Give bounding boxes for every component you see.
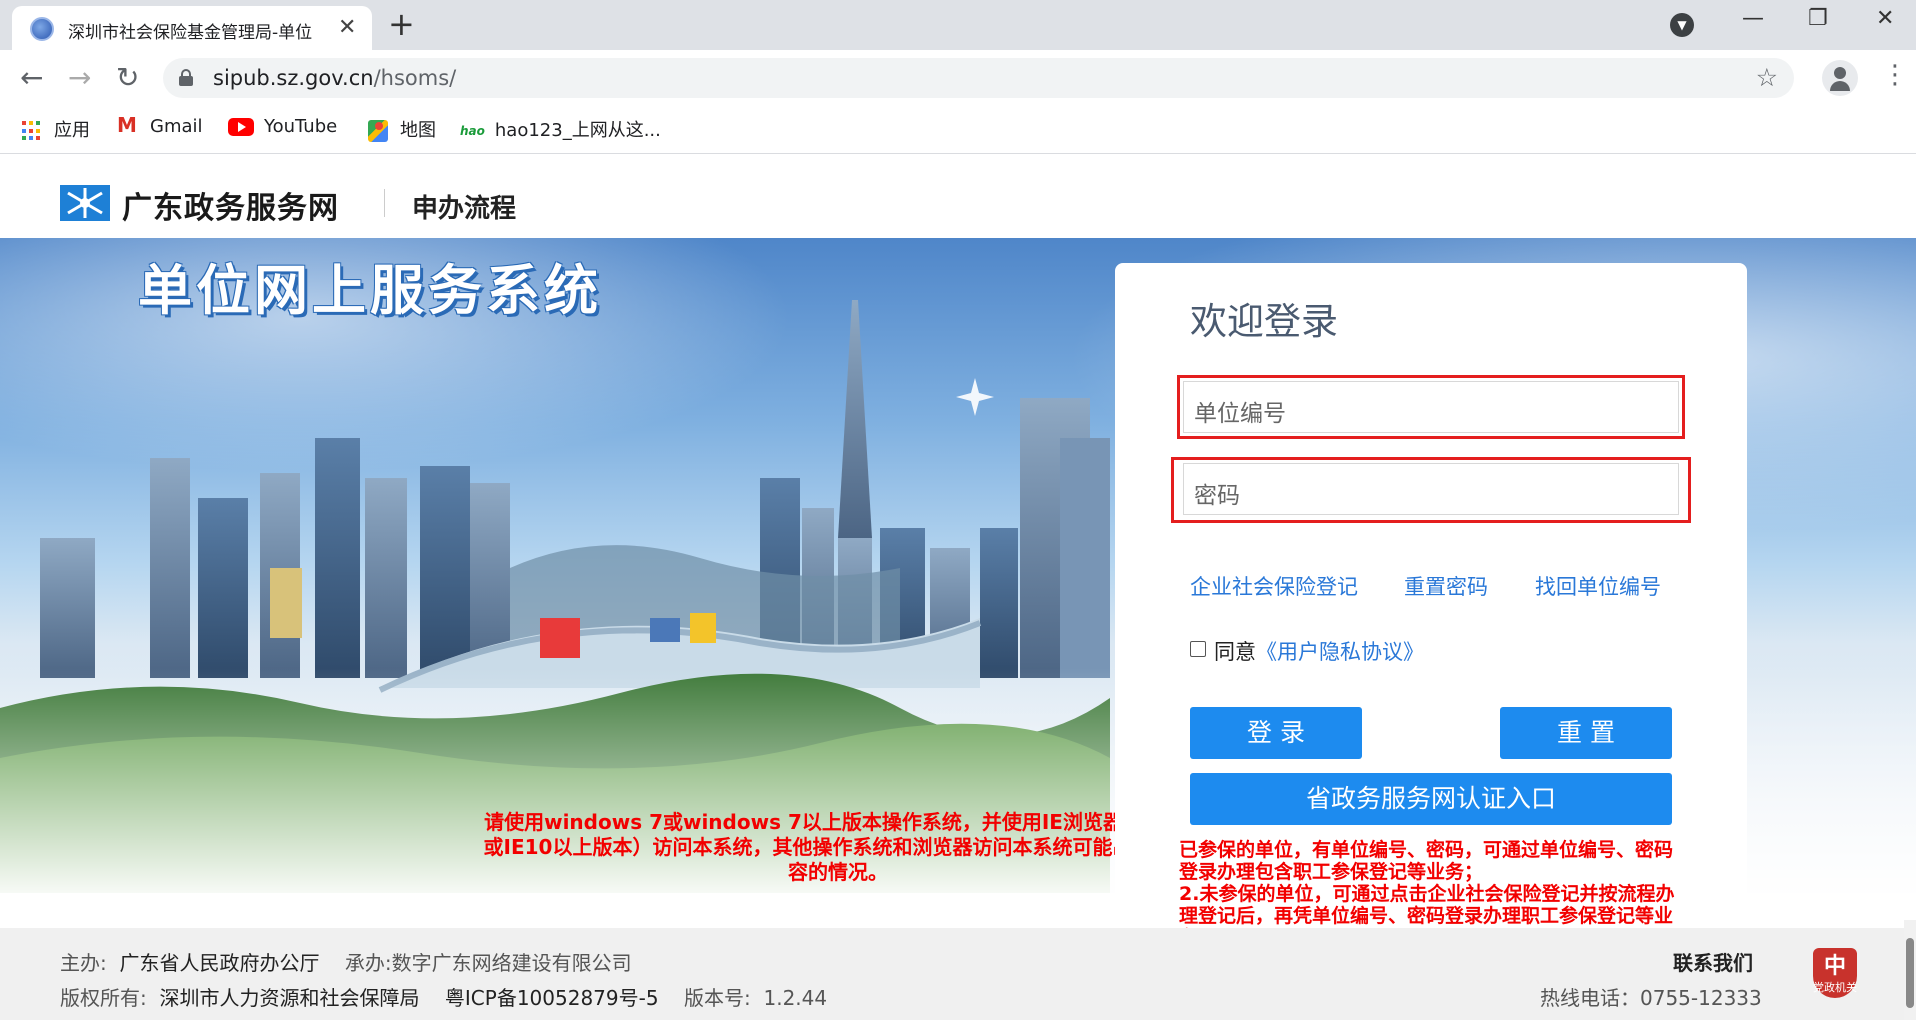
restore-icon[interactable]: ❐ <box>1808 6 1828 31</box>
bookmark-youtube[interactable]: YouTube <box>228 116 337 137</box>
hotline-text: 热线电话：0755-12333 <box>1540 986 1762 1010</box>
privacy-agreement-link[interactable]: 《用户隐私协议》 <box>1256 640 1424 664</box>
bookmark-gmail[interactable]: M Gmail <box>116 113 203 137</box>
youtube-icon <box>228 118 254 136</box>
login-card: 欢迎登录 单位编号 密码 企业社会保险登记 重置密码 找回单位编号 同意《用户隐… <box>1115 263 1747 949</box>
back-icon[interactable]: ← <box>20 61 43 94</box>
login-title: 欢迎登录 <box>1190 300 1338 343</box>
browser-tab-strip: 深圳市社会保险基金管理局-单位 ✕ + ▼ — ❐ ✕ <box>0 0 1916 50</box>
process-link[interactable]: 申办流程 <box>412 188 516 225</box>
hero-title: 单位网上服务系统 <box>138 259 602 322</box>
site-name[interactable]: 广东政务服务网 <box>122 183 339 227</box>
hao123-icon: hao <box>460 124 485 138</box>
login-button[interactable]: 登 录 <box>1190 707 1362 759</box>
bookmark-apps[interactable]: 应用 <box>22 116 90 142</box>
address-bar[interactable]: sipub.sz.gov.cn/hsoms/ ☆ <box>163 58 1794 98</box>
gmail-icon: M <box>117 113 137 137</box>
contact-us-title[interactable]: 联系我们 <box>1673 947 1753 976</box>
bookmark-star-icon[interactable]: ☆ <box>1756 63 1778 92</box>
new-tab-icon[interactable]: + <box>388 6 415 42</box>
page-scrollbar[interactable] <box>1904 920 1916 1020</box>
enterprise-registration-link[interactable]: 企业社会保险登记 <box>1190 571 1358 601</box>
browser-menu-icon[interactable]: ⋮ <box>1882 60 1908 90</box>
tab-search-icon[interactable]: ▼ <box>1670 13 1694 37</box>
maps-icon <box>368 120 388 142</box>
agree-checkbox[interactable] <box>1190 641 1206 657</box>
close-window-icon[interactable]: ✕ <box>1876 6 1894 31</box>
reset-password-link[interactable]: 重置密码 <box>1404 571 1488 601</box>
footer-copyright-line: 版权所有: 深圳市人力资源和社会保障局 粤ICP备10052879号-5 版本号… <box>60 986 828 1010</box>
site-favicon-icon <box>30 17 54 41</box>
province-auth-button[interactable]: 省政务服务网认证入口 <box>1190 773 1672 825</box>
bookmark-maps[interactable]: 地图 <box>368 116 436 142</box>
close-tab-icon[interactable]: ✕ <box>338 15 356 40</box>
header-divider <box>384 189 385 217</box>
find-unit-id-link[interactable]: 找回单位编号 <box>1535 571 1661 601</box>
profile-avatar-icon[interactable] <box>1822 60 1858 96</box>
forward-icon[interactable]: → <box>68 61 91 94</box>
apps-grid-icon <box>22 121 42 141</box>
lock-icon[interactable] <box>179 69 193 86</box>
browser-disclaimer: 请使用windows 7或windows 7以上版本操作系统，并使用IE浏览器（… <box>483 810 1193 884</box>
guangdong-gov-logo-icon <box>60 185 110 221</box>
reset-button[interactable]: 重 置 <box>1500 707 1672 759</box>
bookmarks-bar: 应用 M Gmail YouTube 地图 hao hao123_上网从这... <box>0 106 1916 154</box>
minimize-icon[interactable]: — <box>1742 6 1764 31</box>
unit-id-highlight-box <box>1177 375 1685 439</box>
agree-label: 同意 <box>1214 640 1256 664</box>
tab-title: 深圳市社会保险基金管理局-单位 <box>68 23 313 43</box>
footer-host-line: 主办: 广东省人民政府办公厅 承办:数字广东网络建设有限公司 <box>60 951 632 975</box>
browser-tab[interactable]: 深圳市社会保险基金管理局-单位 ✕ <box>12 6 372 50</box>
site-header: 广东政务服务网 申办流程 <box>0 155 1916 238</box>
password-highlight-box <box>1171 457 1691 523</box>
footer: 主办: 广东省人民政府办公厅 承办:数字广东网络建设有限公司 版权所有: 深圳市… <box>0 928 1916 1020</box>
reload-icon[interactable]: ↻ <box>116 61 139 94</box>
bookmark-hao123[interactable]: hao hao123_上网从这... <box>460 116 661 142</box>
browser-toolbar: ← → ↻ sipub.sz.gov.cn/hsoms/ ☆ ⋮ <box>0 50 1916 106</box>
agree-row: 同意《用户隐私协议》 <box>1190 636 1424 666</box>
party-gov-badge-icon[interactable]: 中党政机关 <box>1813 948 1857 998</box>
url-text[interactable]: sipub.sz.gov.cn/hsoms/ <box>213 66 456 90</box>
web-page: 广东政务服务网 申办流程 单位网上服务系统 请使用windows 7或windo… <box>0 155 1916 1020</box>
